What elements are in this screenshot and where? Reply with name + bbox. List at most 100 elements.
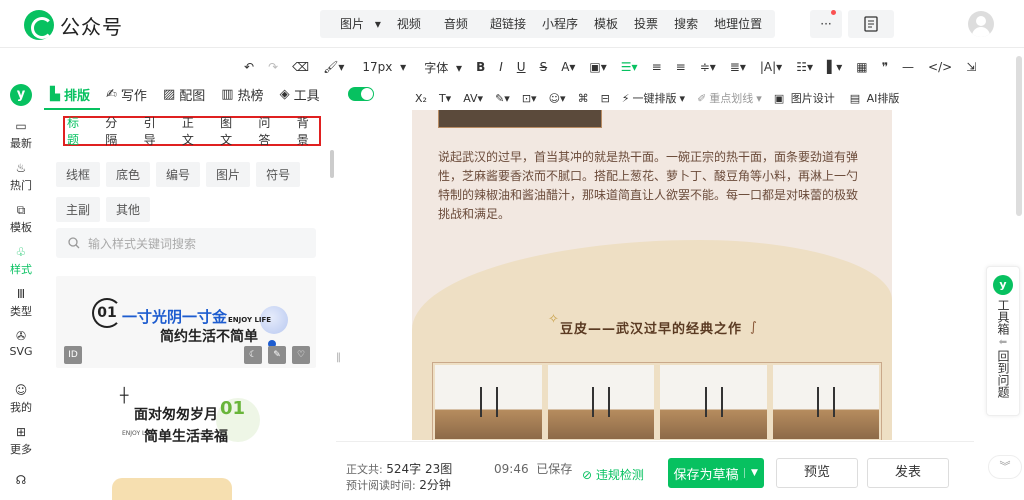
nav-hot[interactable]: ♨ 热门 <box>0 162 42 193</box>
subscript-icon[interactable]: X₂ <box>412 92 430 105</box>
ai-layout-button[interactable]: ▤ AI排版 <box>847 90 906 106</box>
paragraph-spacing-icon[interactable]: ≣▾ <box>726 60 750 74</box>
chip-other[interactable]: 其他 <box>106 197 151 222</box>
chip-image[interactable]: 图片 <box>206 162 251 187</box>
clear-format-icon[interactable]: ⌫ <box>288 60 313 74</box>
html-icon[interactable]: ⌘ <box>575 92 592 105</box>
font-family-select[interactable]: 字体 ▾ <box>416 59 466 76</box>
style-card[interactable]: ┼ 面对匆匆岁月 01 ENJOY LIFE 简单生活幸福 <box>56 378 316 464</box>
box-icon: ◈ <box>279 86 290 102</box>
category-guide[interactable]: 引导 <box>144 114 166 148</box>
toolbox-panel[interactable]: y 工具箱 ⬅ 回到问题 <box>986 266 1020 416</box>
toolbox-icon[interactable]: ⊟ <box>598 92 613 105</box>
category-background[interactable]: 背景 <box>297 114 319 148</box>
text-style-icon[interactable]: T▾ <box>436 92 454 105</box>
italic-icon[interactable]: I <box>495 60 507 74</box>
undo-icon[interactable]: ↶ <box>240 60 258 74</box>
nav-type[interactable]: Ⅲ 类型 <box>0 288 42 319</box>
nav-template[interactable]: ⧉ 模板 <box>0 204 42 235</box>
chip-symbol[interactable]: 符号 <box>256 162 301 187</box>
panel-toggle[interactable] <box>347 87 374 101</box>
quote-block-icon[interactable]: ▌▾ <box>823 60 846 74</box>
nav-svg[interactable]: ✇ SVG <box>0 330 42 359</box>
image-design-button[interactable]: ▣ 图片设计 <box>771 90 841 106</box>
category-title[interactable]: 标题 <box>67 114 89 148</box>
highlight-line-button[interactable]: ✐ 重点划线 ▾ <box>694 90 765 106</box>
nav-support[interactable]: ☊ <box>0 474 42 489</box>
category-divider[interactable]: 分隔 <box>105 114 127 148</box>
divider-icon[interactable]: — <box>898 60 918 74</box>
back-to-question-label[interactable]: 回到问题 <box>995 350 1011 398</box>
plugin-logo-icon[interactable]: y <box>10 84 32 106</box>
insert-video-button[interactable]: 视频 <box>390 10 428 38</box>
chip-bg-color[interactable]: 底色 <box>106 162 151 187</box>
user-avatar[interactable] <box>968 11 994 37</box>
line-height-icon[interactable]: ≑▾ <box>696 60 720 74</box>
font-color-icon[interactable]: A▾ <box>557 60 579 74</box>
tab-tools[interactable]: ◈ 工具 <box>280 85 320 104</box>
background-color-icon[interactable]: ▣▾ <box>585 60 610 74</box>
chip-frame[interactable]: 线框 <box>56 162 101 187</box>
insert-miniprogram-button[interactable]: 小程序 <box>535 10 585 38</box>
insert-vote-button[interactable]: 投票 <box>627 10 665 38</box>
insert-image-button[interactable]: 图片 ▾ <box>326 10 388 38</box>
document-button[interactable] <box>848 10 894 38</box>
card-id-button[interactable]: ID <box>64 346 82 364</box>
style-card[interactable]: 01 一寸光阴一寸金 ENJOY LIFE 简约生活不简单 ID ☾ ✎ ♡ <box>56 276 316 368</box>
style-search-input[interactable]: 输入样式关键词搜索 <box>56 228 316 258</box>
night-mode-icon[interactable]: ☾ <box>244 346 262 364</box>
indent-icon[interactable]: ≡ <box>648 60 666 74</box>
nav-more[interactable]: ⊞ 更多 <box>0 426 42 457</box>
char-spacing-icon[interactable]: AV▾ <box>460 92 486 105</box>
category-body[interactable]: 正文 <box>182 114 204 148</box>
bold-icon[interactable]: B <box>472 60 489 74</box>
nav-mine[interactable]: ☺ 我的 <box>0 384 42 415</box>
tab-images[interactable]: ▨ 配图 <box>163 85 205 104</box>
save-draft-button[interactable]: 保存为草稿 ▼ <box>668 458 764 488</box>
chip-number[interactable]: 编号 <box>156 162 201 187</box>
style-card[interactable] <box>56 478 316 500</box>
expand-icon[interactable]: ⇲ <box>962 60 980 74</box>
emoji-icon[interactable]: ☺▾ <box>546 92 569 105</box>
code-icon[interactable]: </> <box>924 60 956 74</box>
category-qa[interactable]: 问答 <box>258 114 280 148</box>
category-image-text[interactable]: 图文 <box>220 114 242 148</box>
insert-link-button[interactable]: 超链接 <box>483 10 533 38</box>
favorite-heart-icon[interactable]: ♡ <box>292 346 310 364</box>
editor-canvas[interactable]: 说起武汉的过早，首当其冲的就是热干面。一碗正宗的热干面，面条要劲道有弹性，芝麻酱… <box>412 110 892 440</box>
table-icon[interactable]: ▦ <box>852 60 871 74</box>
nav-style[interactable]: ♧ 样式 <box>0 246 42 277</box>
align-left-icon[interactable]: ☰▾ <box>617 60 642 74</box>
chart-icon[interactable]: ⊡▾ <box>519 92 540 105</box>
list-icon[interactable]: ☷▾ <box>792 60 817 74</box>
underline-icon[interactable]: U <box>513 60 530 74</box>
panel-scrollbar[interactable] <box>330 150 334 178</box>
one-click-layout-button[interactable]: ⚡ 一键排版 ▾ <box>619 90 688 106</box>
chip-main-sub[interactable]: 主副 <box>56 197 101 222</box>
insert-location-button[interactable]: 地理位置 <box>707 10 769 38</box>
tab-layout[interactable]: ▙ 排版 <box>50 85 90 104</box>
tab-trending[interactable]: ▥ 热榜 <box>221 85 263 104</box>
letter-spacing-icon[interactable]: |A|▾ <box>756 60 786 74</box>
font-size-select[interactable]: 17px ▾ <box>354 60 410 74</box>
preview-button[interactable]: 预览 <box>776 458 858 488</box>
quote-icon[interactable]: ❞ <box>878 60 892 74</box>
chevron-down-icon[interactable]: ▼ <box>744 468 764 478</box>
panel-resize-handle[interactable]: ‖ <box>336 352 341 363</box>
insert-template-button[interactable]: 模板 <box>587 10 625 38</box>
redo-icon[interactable]: ↷ <box>264 60 282 74</box>
magic-wand-icon[interactable]: ✎▾ <box>492 92 513 105</box>
format-painter-icon[interactable]: 🖌▾ <box>319 60 348 74</box>
more-insert-button[interactable]: ··· <box>810 10 842 38</box>
app-logo[interactable]: 公众号 <box>24 10 123 40</box>
strikethrough-icon[interactable]: S <box>536 60 552 74</box>
insert-search-button[interactable]: 搜索 <box>667 10 705 38</box>
outdent-icon[interactable]: ≡ <box>672 60 690 74</box>
edit-icon[interactable]: ✎ <box>268 346 286 364</box>
publish-button[interactable]: 发表 <box>867 458 949 488</box>
nav-latest[interactable]: ▭ 最新 <box>0 120 42 151</box>
page-scrollbar[interactable] <box>1016 56 1022 216</box>
scroll-down-button[interactable]: ︾ <box>988 455 1022 479</box>
tab-writing[interactable]: ✍ 写作 <box>106 85 147 104</box>
violation-check-button[interactable]: ⊘ 违规检测 <box>582 466 644 483</box>
